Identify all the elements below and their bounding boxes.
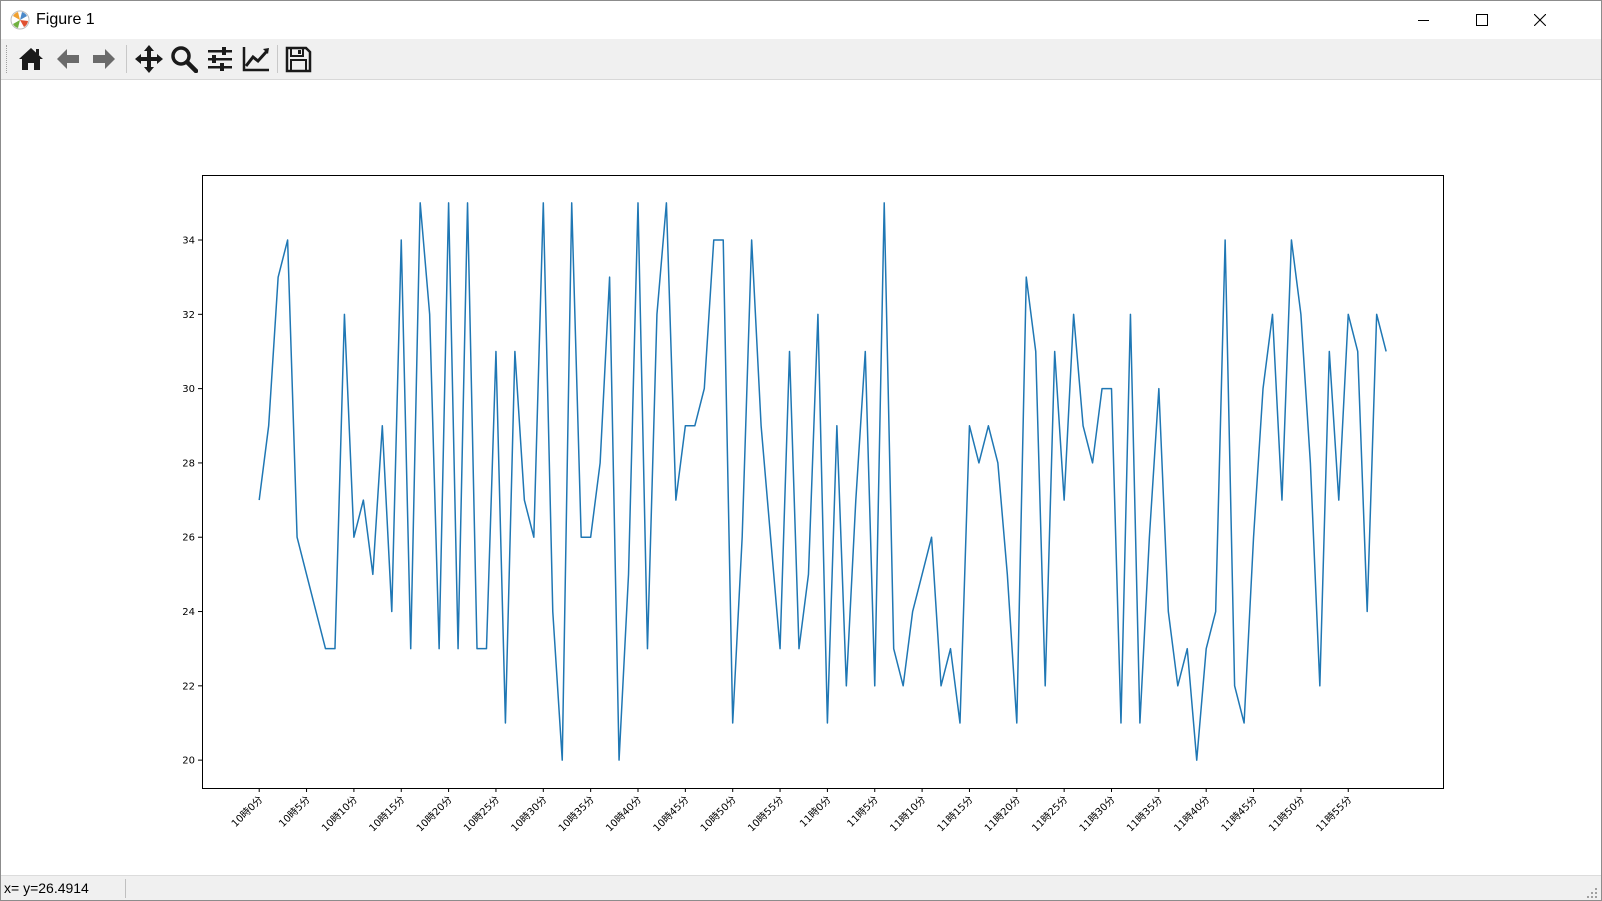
x-tick-label: 10時5分 (277, 794, 313, 830)
title-bar: Figure 1 (1, 1, 1601, 39)
x-tick-label: 11時25分 (1030, 794, 1071, 835)
x-tick-label: 11時20分 (982, 794, 1023, 835)
toolbar-grip (6, 45, 9, 73)
forward-arrow-icon (93, 49, 115, 69)
close-icon (1534, 14, 1546, 26)
forward-button[interactable] (87, 42, 121, 76)
x-tick-label: 10時20分 (414, 794, 455, 835)
zoom-icon (171, 46, 198, 73)
x-tick-label: 10時55分 (746, 794, 787, 835)
figure-canvas[interactable]: 20 22 24 26 28 30 32 34 10時0分 10時5分 10時10分 10時15分 10… (1, 80, 1601, 875)
toolbar-separator (126, 45, 127, 73)
home-icon (19, 48, 43, 70)
y-tick-label: 34 (182, 236, 195, 247)
matplotlib-logo-icon (10, 10, 30, 30)
edit-axis-icon (242, 47, 269, 72)
y-tick-label: 24 (182, 607, 195, 618)
x-tick-label: 10時40分 (603, 794, 644, 835)
configure-subplots-button[interactable] (203, 42, 237, 76)
x-tick-label: 11時35分 (1124, 794, 1165, 835)
x-tick-label: 11時5分 (845, 794, 881, 830)
y-tick-label: 30 (182, 384, 195, 395)
y-tick-label: 28 (182, 458, 195, 469)
y-tick-label: 32 (182, 310, 195, 321)
x-tick-label: 11時0分 (797, 794, 833, 830)
figure-window: Figure 1 20 22 24 26 28 30 32 34 10時0分 1… (0, 0, 1602, 901)
y-tick-label: 20 (182, 756, 195, 767)
x-tick-label: 11時30分 (1077, 794, 1118, 835)
pan-button[interactable] (132, 42, 166, 76)
x-tick-label: 11時45分 (1219, 794, 1260, 835)
save-button[interactable] (281, 42, 315, 76)
back-arrow-icon (57, 49, 79, 69)
resize-grip-icon[interactable] (1586, 887, 1598, 899)
save-icon (285, 46, 312, 73)
maximize-icon (1476, 14, 1488, 26)
cursor-coordinates: x= y=26.4914 (4, 880, 89, 896)
zoom-button[interactable] (167, 42, 201, 76)
x-tick-label: 10時50分 (698, 794, 739, 835)
maximize-button[interactable] (1453, 1, 1511, 39)
x-tick-label: 11時40分 (1172, 794, 1213, 835)
series-line (258, 202, 1387, 761)
x-tick-label: 10時0分 (229, 794, 265, 830)
x-tick-label: 10時30分 (509, 794, 550, 835)
x-tick-label: 11時10分 (888, 794, 929, 835)
window-title: Figure 1 (36, 11, 95, 28)
x-tick-label: 10時35分 (556, 794, 597, 835)
x-tick-label: 11時50分 (1266, 794, 1307, 835)
close-button[interactable] (1511, 1, 1569, 39)
minimize-icon (1418, 20, 1429, 21)
x-tick-label: 10時25分 (461, 794, 502, 835)
y-tick-label: 22 (182, 681, 195, 692)
x-tick-label: 10時45分 (651, 794, 692, 835)
edit-axis-button[interactable] (239, 42, 273, 76)
status-separator (125, 879, 126, 898)
x-tick-label: 10時10分 (319, 794, 360, 835)
status-bar: x= y=26.4914 (1, 875, 1601, 900)
x-tick-label: 11時15分 (935, 794, 976, 835)
minimize-button[interactable] (1395, 1, 1453, 39)
x-tick-label: 10時15分 (367, 794, 408, 835)
toolbar-separator (277, 45, 278, 73)
line-chart: 202224262830323410時0分 10時5分 10時10分 10時15分 10… (182, 175, 1444, 835)
pan-icon (135, 45, 163, 73)
y-tick-label: 26 (182, 533, 195, 544)
navigation-toolbar (1, 39, 1601, 80)
home-button[interactable] (14, 42, 48, 76)
back-button[interactable] (51, 42, 85, 76)
x-tick-label: 11時55分 (1314, 794, 1355, 835)
subplots-config-icon (208, 47, 232, 71)
